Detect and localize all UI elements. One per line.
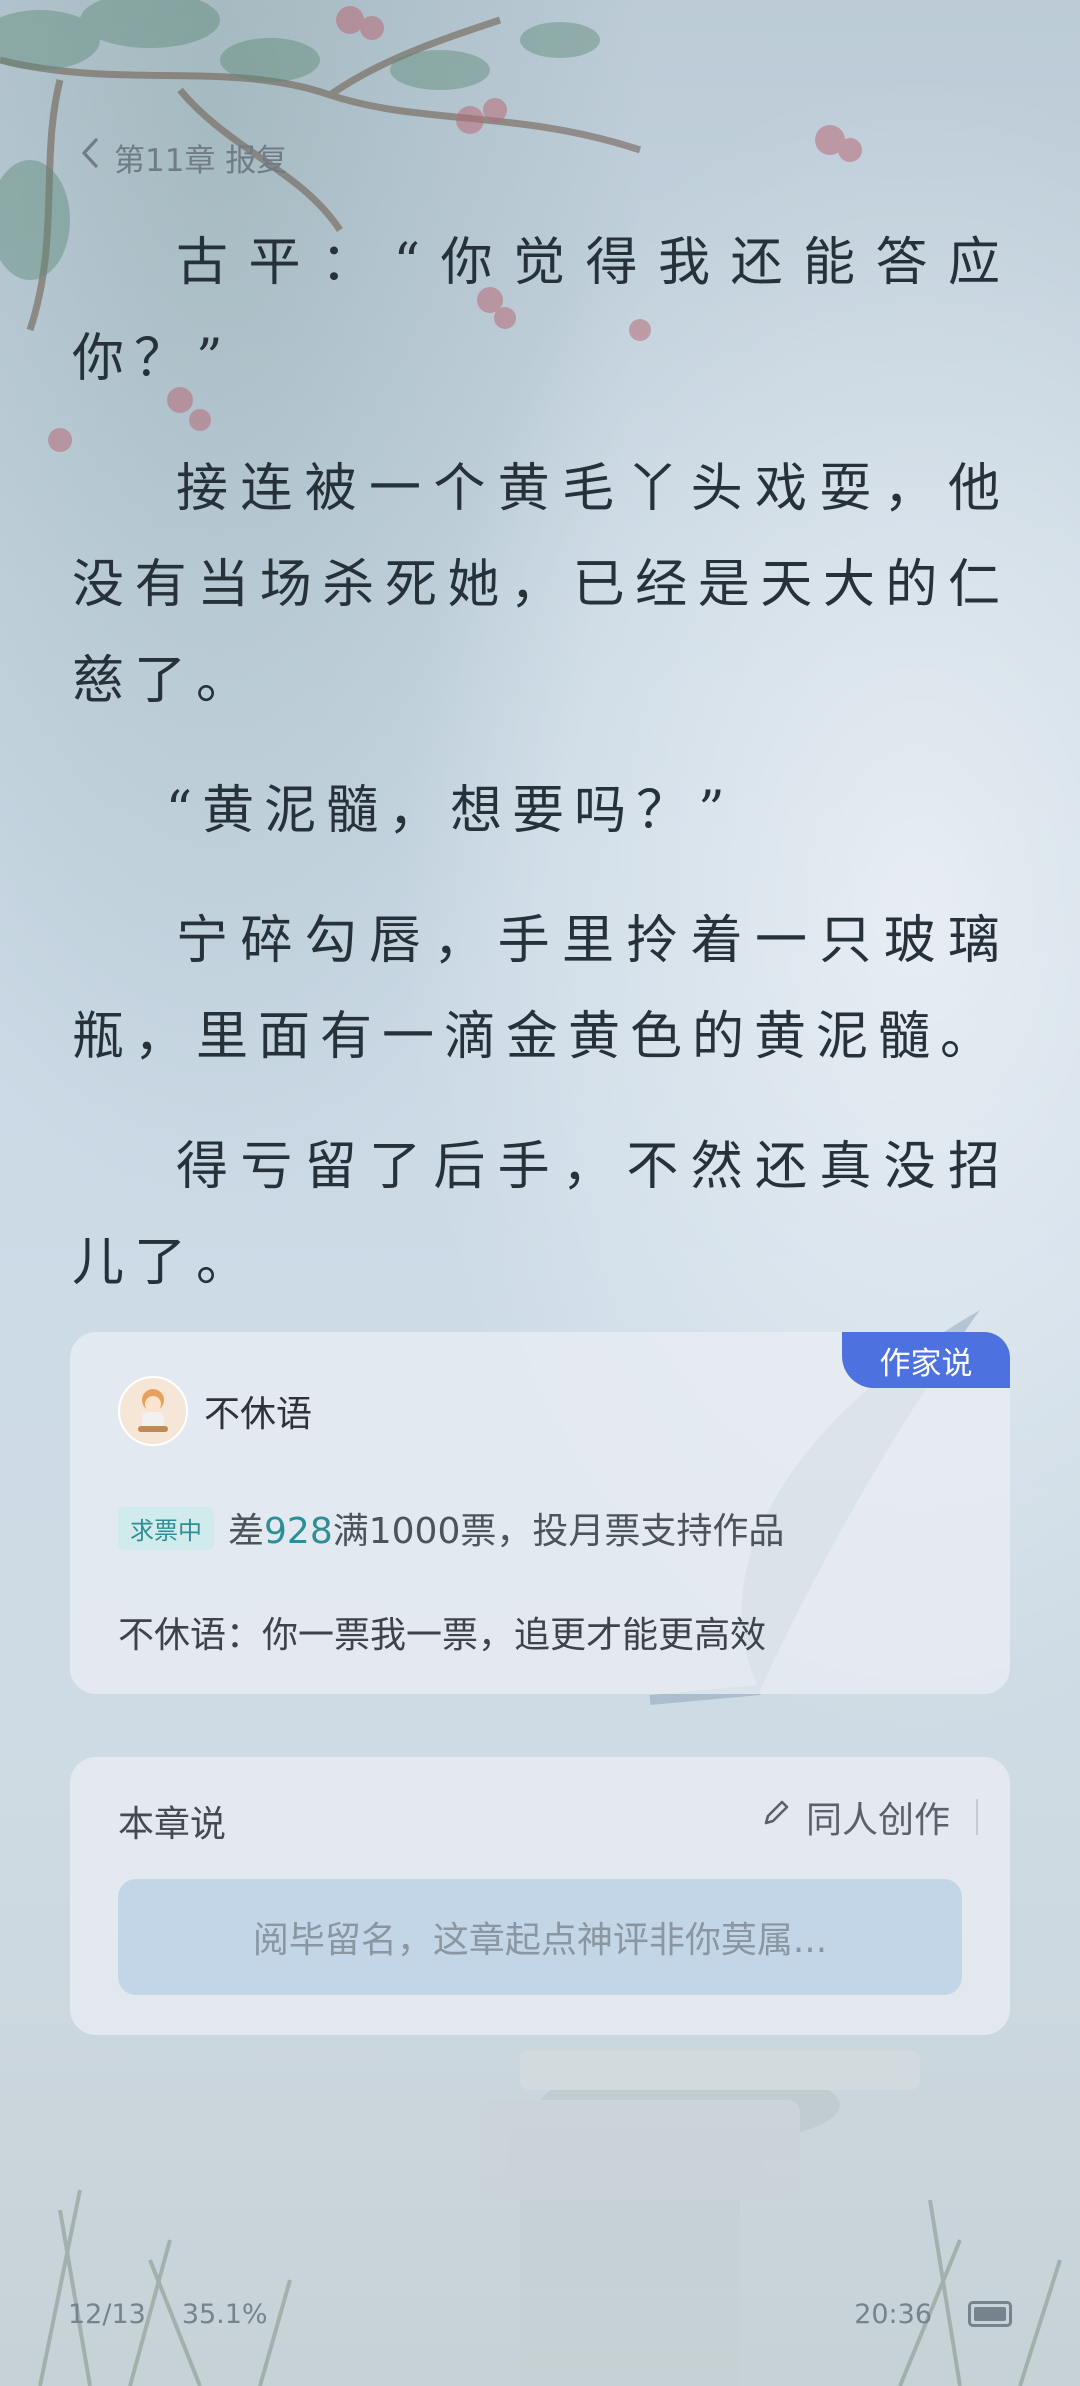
- clock: 20:36: [854, 2298, 932, 2330]
- comment-input[interactable]: 阅毕留名，这章起点神评非你莫属...: [118, 1879, 962, 1995]
- chapter-title: 第11章 报复: [114, 142, 288, 179]
- page-indicator: 12/13: [68, 2298, 146, 2330]
- fanfic-button[interactable]: 同人创作: [758, 1791, 978, 1843]
- reading-progress: 35.1%: [181, 2298, 268, 2330]
- chevron-left-icon[interactable]: [78, 136, 104, 178]
- author-says-tag: 作家说: [842, 1332, 1010, 1388]
- story-text: 古平：“你觉得我还能答应你？” 接连被一个黄毛丫头戏耍，他没有当场杀死她，已经是…: [72, 215, 1010, 1345]
- story-paragraph: 宁碎勾唇，手里拎着一只玻璃瓶，里面有一滴金黄色的黄泥髓。: [72, 911, 1010, 1067]
- status-footer: 12/13 35.1% 20:36: [68, 2296, 1012, 2332]
- fanfic-label: 同人创作: [805, 1800, 950, 1841]
- chapter-comments-title: 本章说: [118, 1804, 227, 1845]
- chapter-header[interactable]: 第11章 报复: [78, 135, 287, 179]
- author-info[interactable]: 不休语: [118, 1376, 312, 1446]
- avatar[interactable]: [118, 1376, 188, 1446]
- author-name: 不休语: [204, 1394, 313, 1435]
- vote-prefix: 差: [228, 1511, 265, 1552]
- story-paragraph: 得亏留了后手，不然还真没招儿了。: [72, 1137, 1010, 1293]
- vote-suffix: 满1000票，投月票支持作品: [332, 1511, 785, 1552]
- story-paragraph: “黄泥髓，想要吗？”: [165, 781, 735, 841]
- vote-number: 928: [264, 1511, 333, 1552]
- vote-status-badge: 求票中: [118, 1506, 214, 1550]
- vote-text: 差928满1000票，投月票支持作品: [228, 1502, 784, 1554]
- chapter-comments-card: 本章说 同人创作 阅毕留名，这章起点神评非你莫属...: [70, 1757, 1010, 2035]
- story-paragraph: 接连被一个黄毛丫头戏耍，他没有当场杀死她，已经是天大的仁慈了。: [72, 459, 1010, 711]
- battery-icon: [968, 2301, 1012, 2327]
- author-message: 不休语：你一票我一票，追更才能更高效: [118, 1615, 767, 1656]
- story-paragraph: 古平：“你觉得我还能答应你？”: [72, 233, 1010, 389]
- author-note-card[interactable]: 作家说 不休语 求票中 差928满1000票，投月票支持作品 不休语：你一票我一…: [70, 1332, 1010, 1694]
- divider: [976, 1799, 978, 1835]
- monthly-vote-row[interactable]: 求票中 差928满1000票，投月票支持作品: [118, 1502, 784, 1554]
- pencil-icon: [758, 1795, 794, 1840]
